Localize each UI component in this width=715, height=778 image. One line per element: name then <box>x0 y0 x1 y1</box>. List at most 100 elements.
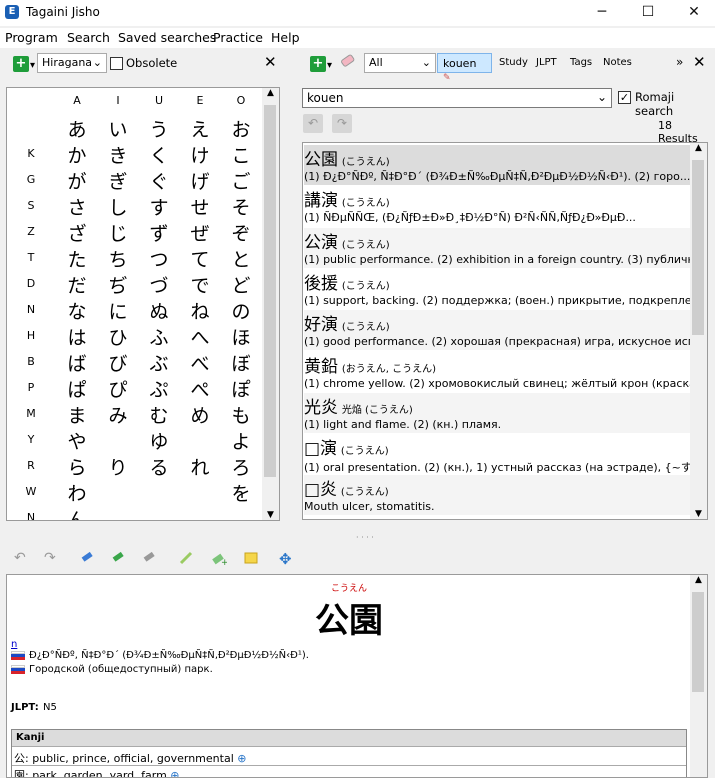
scroll-up-icon[interactable]: ▲ <box>690 143 707 153</box>
kana-scroll-thumb[interactable] <box>264 105 276 477</box>
menu-program[interactable]: Program <box>5 30 58 45</box>
kana-cell[interactable]: る <box>139 453 179 480</box>
result-item[interactable]: 好演 (こうえん) (1) good performance. (2) хорош… <box>304 310 690 351</box>
kana-cell[interactable]: ぷ <box>139 375 179 402</box>
kana-cell[interactable]: に <box>98 297 138 324</box>
result-item[interactable]: 光炎 光焔 (こうえん) (1) light and flame. (2) (кн… <box>304 392 690 433</box>
result-item[interactable]: 黄鉛 (おうえん, こうえん) (1) chrome yellow. (2) хр… <box>304 351 690 392</box>
minimize-button[interactable]: ─ <box>579 0 625 26</box>
undo-icon[interactable]: ↶ <box>14 550 30 566</box>
kanji-item[interactable]: 園: park, garden, yard, farm ⊕ <box>12 765 686 777</box>
kana-cell[interactable]: み <box>98 401 138 428</box>
kana-cell[interactable]: な <box>57 297 97 324</box>
tag-blue-icon[interactable] <box>80 550 96 566</box>
kana-cell[interactable]: た <box>57 245 97 272</box>
result-item[interactable]: 後援 (こうえん) (1) support, backing. (2) подде… <box>304 268 690 309</box>
kana-cell[interactable]: ふ <box>139 323 179 350</box>
note-icon[interactable] <box>243 550 259 566</box>
kana-cell[interactable]: ぽ <box>221 375 261 402</box>
kana-cell[interactable]: わ <box>57 479 97 506</box>
scroll-up-icon[interactable]: ▲ <box>690 575 707 585</box>
kana-cell[interactable]: ぐ <box>139 167 179 194</box>
kana-cell[interactable]: ど <box>221 271 261 298</box>
kana-cell[interactable]: し <box>98 193 138 220</box>
kana-cell[interactable]: ぺ <box>180 375 220 402</box>
kana-cell[interactable]: ぢ <box>98 271 138 298</box>
zoom-in-icon[interactable]: ⊕ <box>237 752 246 765</box>
kana-cell[interactable]: ぬ <box>139 297 179 324</box>
result-item[interactable]: 講演 (こうえん) (1) ÑÐµÑÑŒ, (Ð¿ÑƒÐ±Ð»Ð¸‡Ð½Ð°Ñ) … <box>304 186 690 227</box>
kana-cell[interactable]: ら <box>57 453 97 480</box>
kana-cell[interactable]: き <box>98 141 138 168</box>
redo-icon[interactable]: ↷ <box>44 550 60 566</box>
kana-cell[interactable]: て <box>180 245 220 272</box>
kana-cell[interactable]: さ <box>57 193 97 220</box>
result-item[interactable]: □演 (こうえん) (1) oral presentation. (2) (кн.… <box>304 434 690 475</box>
kana-cell[interactable]: つ <box>139 245 179 272</box>
zoom-in-icon[interactable]: ⊕ <box>170 769 179 777</box>
scroll-down-icon[interactable]: ▼ <box>690 509 707 519</box>
kana-cell[interactable]: め <box>180 401 220 428</box>
tag-green-icon[interactable] <box>111 550 127 566</box>
add-search-filter-dropdown-icon[interactable]: ▾ <box>327 60 332 71</box>
kana-cell[interactable]: ゆ <box>139 427 179 454</box>
result-item[interactable]: □炎 (こうえん) Mouth ulcer, stomatitis. <box>304 475 690 516</box>
detail-scroll-thumb[interactable] <box>692 592 704 692</box>
kana-cell[interactable]: い <box>98 115 138 142</box>
kana-cell[interactable]: ざ <box>57 219 97 246</box>
kana-cell[interactable]: ぞ <box>221 219 261 246</box>
move-arrows-icon[interactable]: ✥ <box>279 550 295 568</box>
add-tag-icon[interactable]: + <box>211 550 229 568</box>
kana-cell[interactable]: ぜ <box>180 219 220 246</box>
menu-practice[interactable]: Practice <box>213 30 263 45</box>
search-input[interactable]: kouen ⌄ <box>302 88 612 108</box>
kana-cell[interactable]: と <box>221 245 261 272</box>
scroll-up-icon[interactable]: ▲ <box>262 88 279 98</box>
kana-cell[interactable]: へ <box>180 323 220 350</box>
menu-saved-searches[interactable]: Saved searches <box>118 30 216 45</box>
kana-cell[interactable]: び <box>98 349 138 376</box>
tab-jlpt[interactable]: JLPT <box>536 57 557 68</box>
result-item[interactable]: 公演 (こうえん) (1) public performance. (2) exh… <box>304 227 690 268</box>
edit-tags-icon[interactable] <box>178 550 194 566</box>
kana-cell[interactable]: ぼ <box>221 349 261 376</box>
kana-cell[interactable]: ま <box>57 401 97 428</box>
kana-cell[interactable]: う <box>139 115 179 142</box>
kanji-item[interactable]: 公: public, prince, official, governmenta… <box>12 746 686 765</box>
kana-cell[interactable]: か <box>57 141 97 168</box>
part-of-speech-link[interactable]: n <box>11 639 17 650</box>
add-filter-dropdown-icon[interactable]: ▾ <box>30 60 35 71</box>
kana-cell[interactable]: ひ <box>98 323 138 350</box>
tab-study[interactable]: Study <box>499 57 528 68</box>
add-filter-icon[interactable]: + <box>13 56 29 72</box>
kana-cell[interactable]: ぎ <box>98 167 138 194</box>
maximize-button[interactable]: ☐ <box>625 0 671 26</box>
kana-scrollbar[interactable]: ▲ ▼ <box>262 88 279 520</box>
close-window-button[interactable]: ✕ <box>671 0 715 26</box>
forward-arrow-icon[interactable]: ↷ <box>332 114 352 133</box>
kana-cell[interactable]: く <box>139 141 179 168</box>
kana-cell[interactable]: じ <box>98 219 138 246</box>
kana-cell[interactable]: ぶ <box>139 349 179 376</box>
kana-cell[interactable]: よ <box>221 427 261 454</box>
kana-cell[interactable]: り <box>98 453 138 480</box>
kana-cell[interactable]: ん <box>57 505 97 520</box>
result-item[interactable]: 公園 (こうえん) (1) Ð¿Ð°ÑÐº, Ñ‡Ð°Ð´ (Ð¾Ð±Ñ‰ÐµÑ‡… <box>304 145 690 185</box>
kana-mode-select[interactable]: Hiragana ⌄ <box>37 53 107 73</box>
filter-select[interactable]: All ⌄ <box>364 53 436 73</box>
kana-cell[interactable]: あ <box>57 115 97 142</box>
kana-cell[interactable]: は <box>57 323 97 350</box>
kana-cell[interactable]: や <box>57 427 97 454</box>
romaji-search-checkbox[interactable]: ✓ <box>618 91 631 104</box>
close-search-panel-icon[interactable]: ✕ <box>693 53 706 71</box>
scroll-down-icon[interactable]: ▼ <box>262 510 279 520</box>
kana-cell[interactable]: を <box>221 479 261 506</box>
kana-cell[interactable]: え <box>180 115 220 142</box>
search-tag-kouen[interactable]: kouen ✎ <box>437 53 492 83</box>
kana-cell[interactable]: も <box>221 401 261 428</box>
more-tabs-icon[interactable]: » <box>676 55 683 69</box>
kana-cell[interactable]: で <box>180 271 220 298</box>
tab-notes[interactable]: Notes <box>603 57 632 68</box>
back-arrow-icon[interactable]: ↶ <box>303 114 323 133</box>
kana-cell[interactable]: そ <box>221 193 261 220</box>
